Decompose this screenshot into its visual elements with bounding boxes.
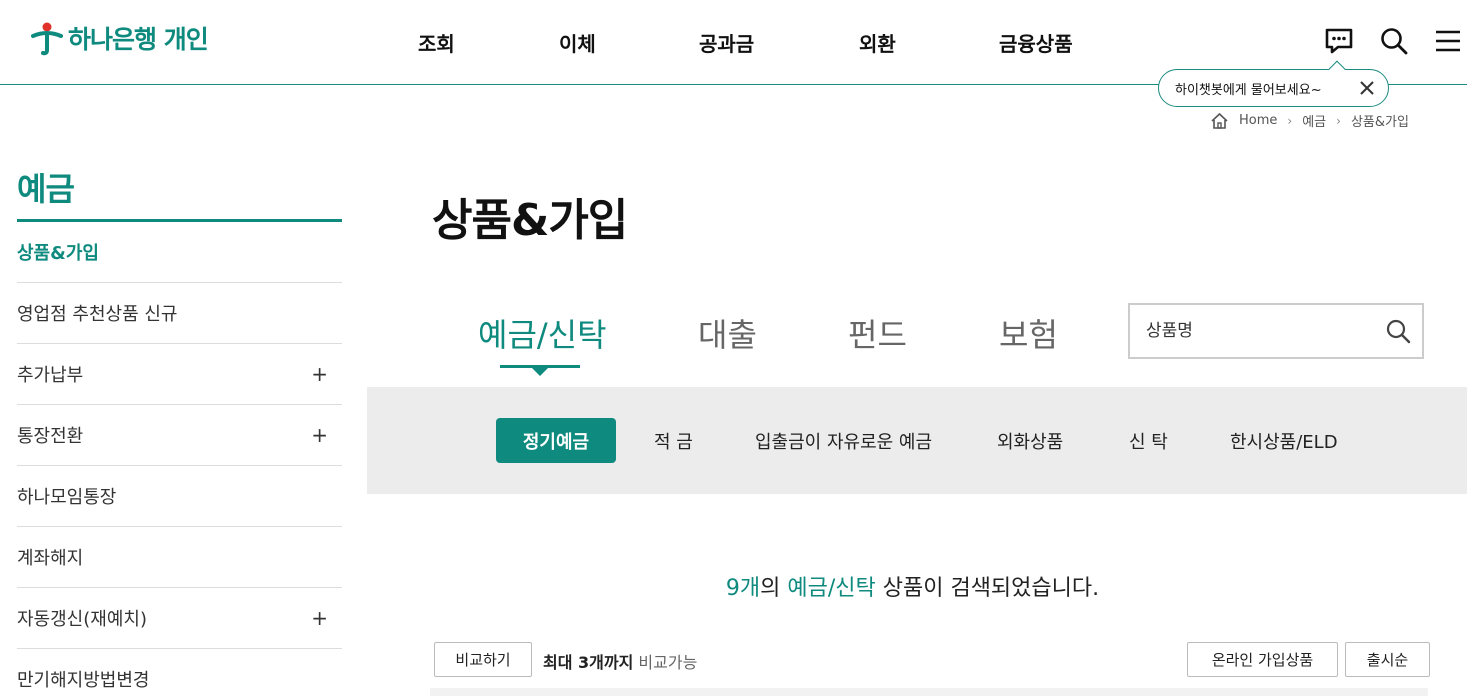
menu-icon[interactable]	[1432, 25, 1464, 57]
compare-button[interactable]: 비교하기	[434, 642, 532, 677]
close-icon[interactable]	[1358, 79, 1376, 97]
tab-loan[interactable]: 대출	[698, 310, 757, 356]
hana-bank-logo[interactable]: 하나은행 개인	[30, 20, 209, 56]
subtab-limited-eld[interactable]: 한시상품/ELD	[1230, 418, 1338, 463]
chatbot-tooltip-text: 하이챗봇에게 물어보세요~	[1175, 82, 1322, 98]
nav-inquiry[interactable]: 조회	[418, 28, 455, 57]
product-list-header	[430, 688, 1428, 696]
subtab-savings[interactable]: 적 금	[654, 418, 693, 463]
tab-fund[interactable]: 펀드	[848, 310, 907, 356]
sidebar-item-label: 영업점 추천상품 신규	[17, 304, 178, 325]
subtab-trust[interactable]: 신 탁	[1129, 418, 1168, 463]
tab-insurance[interactable]: 보험	[999, 310, 1058, 356]
home-icon[interactable]	[1210, 112, 1229, 130]
search-icon[interactable]	[1378, 25, 1410, 57]
tab-deposit-trust[interactable]: 예금/신탁	[478, 310, 607, 356]
plus-icon[interactable]: +	[311, 362, 328, 386]
plus-icon[interactable]: +	[311, 423, 328, 447]
online-products-button[interactable]: 온라인 가입상품	[1187, 642, 1338, 677]
hana-logo-icon	[30, 20, 64, 56]
breadcrumb-home[interactable]: Home	[1239, 113, 1277, 128]
compare-note-rest: 비교가능	[638, 653, 698, 672]
sidebar-item-products[interactable]: 상품&가입	[17, 222, 342, 283]
subtab-term-deposit[interactable]: 정기예금	[496, 418, 616, 463]
page-title: 상품&가입	[432, 195, 628, 246]
subtab-demand-deposit[interactable]: 입출금이 자유로운 예금	[755, 418, 932, 463]
product-search	[1128, 303, 1424, 359]
breadcrumb: Home › 예금 › 상품&가입	[1210, 111, 1409, 130]
result-suffix: 상품이 검색되었습니다.	[882, 576, 1100, 601]
nav-utility-bills[interactable]: 공과금	[699, 28, 754, 57]
nav-transfer[interactable]: 이체	[559, 28, 596, 57]
breadcrumb-deposit[interactable]: 예금	[1302, 111, 1326, 130]
chevron-right-icon: ›	[1336, 113, 1341, 128]
sidebar-item-label: 만기해지방법변경	[17, 670, 150, 691]
sidebar-item-hana-group-account[interactable]: 하나모임통장	[17, 466, 342, 527]
nav-foreign-exchange[interactable]: 외환	[859, 28, 896, 57]
plus-icon[interactable]: +	[311, 606, 328, 630]
sidebar-item-label: 상품&가입	[17, 243, 99, 264]
sidebar-item-branch-recommended[interactable]: 영업점 추천상품 신규	[17, 283, 342, 344]
sidebar-item-label: 통장전환	[17, 426, 84, 447]
sidebar-item-label: 하나모임통장	[17, 487, 117, 508]
chatbot-tooltip[interactable]: 하이챗봇에게 물어보세요~	[1158, 69, 1389, 107]
compare-note: 최대 3개까지 비교가능	[543, 649, 697, 673]
breadcrumb-current: 상품&가입	[1350, 115, 1409, 130]
result-category: 예금/신탁	[787, 576, 876, 601]
sidebar-item-label: 자동갱신(재예치)	[17, 609, 147, 630]
chevron-right-icon: ›	[1287, 113, 1293, 128]
subcategory-bar: 정기예금 적 금 입출금이 자유로운 예금 외화상품 신 탁 한시상품/ELD	[367, 387, 1467, 494]
sort-release-button[interactable]: 출시순	[1345, 642, 1430, 677]
logo-text: 하나은행 개인	[68, 25, 209, 54]
search-icon[interactable]	[1384, 317, 1412, 345]
compare-note-limit: 최대 3개까지	[543, 653, 634, 672]
sidebar-menu: 상품&가입 영업점 추천상품 신규 추가납부 + 통장전환 + 하나모임통장 계…	[17, 222, 342, 696]
sidebar-item-maturity-method-change[interactable]: 만기해지방법변경	[17, 649, 342, 696]
sidebar-item-label: 추가납부	[17, 365, 84, 386]
result-connector: 의	[760, 576, 781, 601]
sidebar-item-passbook-conversion[interactable]: 통장전환 +	[17, 405, 342, 466]
chatbot-icon[interactable]	[1323, 25, 1355, 57]
sidebar-item-label: 계좌해지	[17, 548, 84, 569]
search-result-summary: 9개의 예금/신탁 상품이 검색되었습니다.	[0, 570, 1467, 602]
sidebar-item-additional-payment[interactable]: 추가납부 +	[17, 344, 342, 405]
product-search-input[interactable]	[1146, 321, 1376, 341]
nav-financial-products[interactable]: 금융상품	[999, 28, 1073, 57]
result-count: 9개	[725, 576, 761, 601]
active-tab-indicator	[500, 365, 580, 376]
sidebar-title: 예금	[17, 170, 75, 208]
subtab-foreign-currency[interactable]: 외화상품	[997, 418, 1063, 463]
